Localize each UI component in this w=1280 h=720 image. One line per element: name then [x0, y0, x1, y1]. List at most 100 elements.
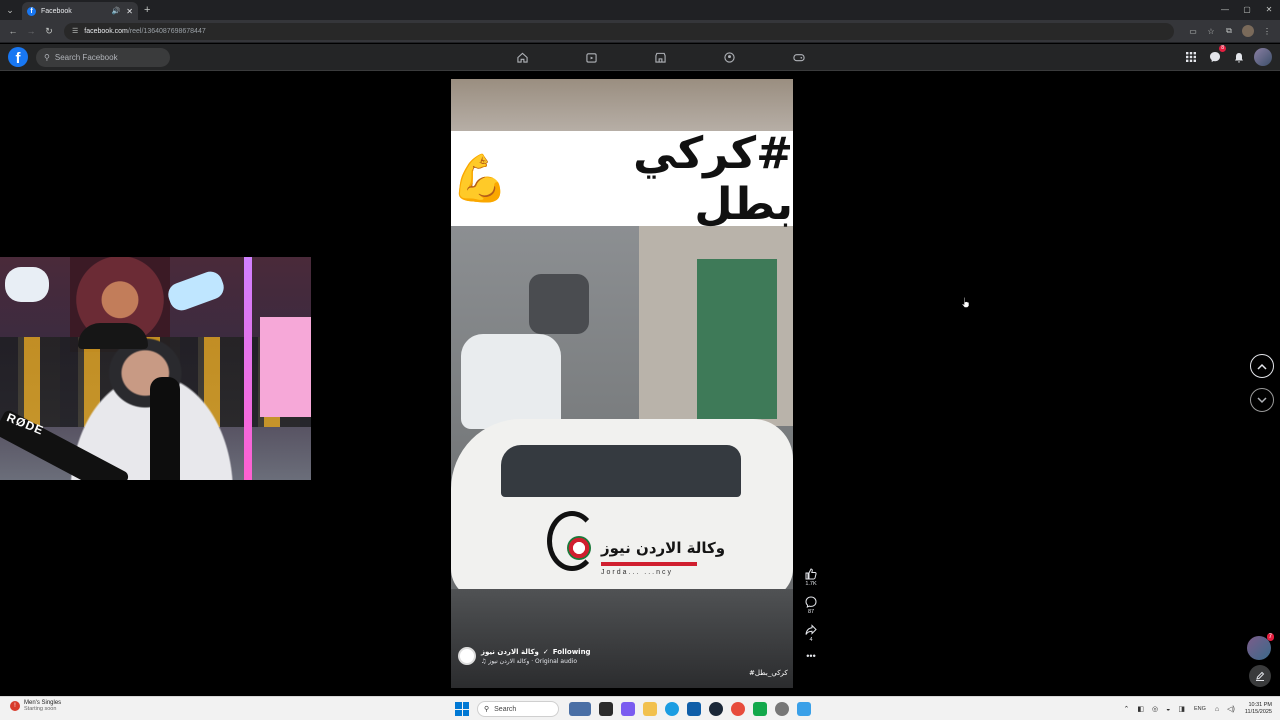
file-explorer-icon[interactable]	[643, 702, 657, 716]
search-icon: ⚲	[484, 706, 490, 713]
reload-button[interactable]: ↻	[40, 26, 58, 37]
close-window-icon[interactable]: ✕	[1258, 0, 1280, 20]
browser-tab-strip: ⌄ f Facebook 🔊 ✕ + — ▢ ✕	[0, 0, 1280, 20]
back-button[interactable]: ←	[4, 26, 22, 36]
following-button[interactable]: Following	[553, 648, 591, 656]
network-icon[interactable]: ⌂	[1215, 706, 1219, 713]
minimize-icon[interactable]: —	[1214, 0, 1236, 20]
reel-action-rail: 1.7K 87 4 •••	[802, 568, 820, 669]
facebook-favicon-icon: f	[27, 6, 36, 16]
taskbar-search[interactable]: ⚲ Search	[477, 701, 559, 717]
forward-button[interactable]: →	[22, 26, 40, 36]
home-icon[interactable]	[488, 44, 557, 71]
tray-app-icon[interactable]: ◒	[1166, 706, 1170, 713]
new-tab-button[interactable]: +	[144, 4, 150, 16]
copilot-icon[interactable]	[621, 702, 635, 716]
video-icon[interactable]	[557, 44, 626, 71]
more-dots-icon: •••	[806, 651, 816, 661]
close-tab-icon[interactable]: ✕	[126, 7, 133, 16]
author-avatar[interactable]	[458, 647, 476, 665]
chrome-icon[interactable]	[731, 702, 745, 716]
next-reel-button[interactable]	[1250, 388, 1274, 412]
search-highlight-icon[interactable]	[569, 702, 591, 716]
chat-head-avatar[interactable]: 7	[1247, 633, 1274, 660]
notepad-icon[interactable]	[797, 702, 811, 716]
tray-app-icon[interactable]: ◎	[1152, 705, 1158, 713]
controller-decoration	[164, 268, 228, 314]
reel-author-info: وكالة الاردن نيوز ✓ Following ♫ وكالة ال…	[458, 647, 591, 665]
chevron-up-icon	[1257, 363, 1267, 370]
task-view-icon[interactable]	[599, 702, 613, 716]
notification-count-badge: 8	[1219, 45, 1226, 52]
video-parked-car	[461, 334, 561, 429]
share-button[interactable]: 4	[802, 624, 820, 643]
video-car-windows	[501, 445, 741, 497]
video-title-banner: 💪 #كركي بطل	[451, 128, 793, 230]
app-icon[interactable]	[753, 702, 767, 716]
browser-tab-facebook[interactable]: f Facebook 🔊 ✕	[22, 2, 138, 20]
compose-icon	[1256, 671, 1265, 681]
tray-app-icon[interactable]: ◨	[1178, 705, 1185, 713]
bookmark-star-icon[interactable]: ☆	[1202, 27, 1220, 36]
video-green-door	[697, 259, 777, 419]
marketplace-icon[interactable]	[626, 44, 695, 71]
edge-browser-icon[interactable]	[665, 702, 679, 716]
watermark-subtext: Jorda... ...ncy	[601, 569, 674, 576]
widgets-button[interactable]: ! Men's Singles Starting soon	[10, 700, 61, 712]
browser-menu-icon[interactable]: ⋮	[1258, 27, 1276, 36]
windows-taskbar: ! Men's Singles Starting soon ⚲ Search ⌃…	[0, 696, 1280, 720]
windows-start-icon[interactable]	[455, 702, 469, 716]
groups-icon[interactable]	[695, 44, 764, 71]
account-avatar[interactable]	[1254, 48, 1272, 66]
system-clock[interactable]: 10:31 PM 11/15/2025	[1245, 702, 1272, 716]
like-count: 1.7K	[805, 581, 817, 587]
previous-reel-button[interactable]	[1250, 354, 1274, 378]
show-hidden-icons-chevron-icon[interactable]: ⌃	[1124, 705, 1130, 713]
streamer-cap	[78, 323, 148, 349]
streamer-webcam-overlay: RØDE	[0, 257, 311, 480]
facebook-search[interactable]: ⚲	[36, 47, 170, 67]
input-language[interactable]: ENG	[1194, 706, 1206, 712]
comment-button[interactable]: 87	[802, 596, 820, 615]
new-message-button[interactable]	[1249, 665, 1271, 687]
gaming-icon[interactable]	[764, 44, 833, 71]
more-options-button[interactable]: •••	[802, 651, 820, 661]
volume-icon[interactable]: ◁)	[1227, 705, 1235, 713]
reel-video-player[interactable]: 💪 #كركي بطل وكالة الاردن نيوز Jorda... .…	[451, 79, 793, 688]
extensions-icon[interactable]: ⧉	[1220, 26, 1238, 36]
url-host: facebook.com	[84, 27, 128, 35]
site-info-icon[interactable]: ☰	[72, 27, 78, 35]
facebook-logo-icon[interactable]: f	[8, 47, 28, 67]
menu-grid-icon[interactable]	[1182, 48, 1200, 66]
store-icon[interactable]	[687, 702, 701, 716]
profile-avatar[interactable]	[1242, 25, 1254, 37]
microphone-stand	[150, 377, 180, 480]
author-name[interactable]: وكالة الاردن نيوز	[481, 648, 539, 656]
comment-bubble-icon	[805, 596, 817, 608]
address-bar[interactable]: ☰ facebook.com /reel/1364087698678447	[64, 22, 1174, 40]
video-road	[451, 589, 793, 688]
sports-alert-icon: !	[10, 701, 20, 711]
audio-label[interactable]: وكالة الاردن نيوز · Original audio	[488, 658, 577, 665]
like-button[interactable]: 1.7K	[802, 568, 820, 587]
steam-icon[interactable]	[709, 702, 723, 716]
share-count: 4	[809, 637, 813, 643]
cast-icon[interactable]: ▭	[1184, 27, 1202, 36]
messenger-icon[interactable]: 8	[1206, 45, 1226, 66]
reel-caption[interactable]: #كركي_بطل	[749, 669, 788, 677]
settings-icon[interactable]	[775, 702, 789, 716]
notifications-bell-icon[interactable]	[1230, 48, 1248, 66]
share-arrow-icon	[805, 624, 817, 635]
browser-toolbar: ← → ↻ ☰ facebook.com /reel/1364087698678…	[0, 20, 1280, 43]
tab-title: Facebook	[41, 7, 72, 15]
verified-icon: ✓	[542, 647, 549, 656]
tray-app-icon[interactable]: ◧	[1137, 705, 1144, 713]
tab-search-menu-button[interactable]: ⌄	[0, 0, 20, 20]
taskbar-search-placeholder: Search	[494, 705, 517, 713]
system-tray: ⌃ ◧ ◎ ◒ ◨ ENG ⌂ ◁) 10:31 PM 11/15/2025	[1120, 700, 1272, 718]
widget-subtitle: Starting soon	[24, 706, 57, 712]
audio-playing-icon[interactable]: 🔊	[112, 7, 121, 15]
facebook-header: f ⚲ 8	[0, 44, 1280, 71]
maximize-icon[interactable]: ▢	[1236, 0, 1258, 20]
facebook-search-input[interactable]	[54, 52, 155, 62]
